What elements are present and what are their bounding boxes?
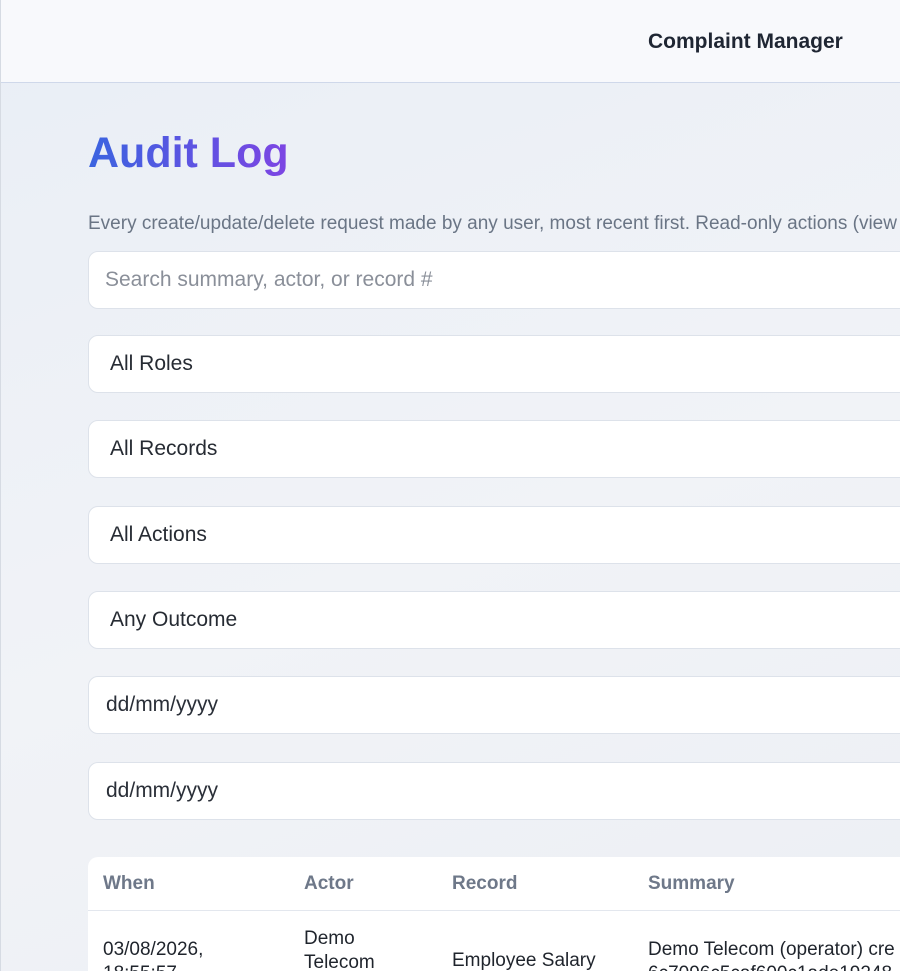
cell-actor-line2: Telecom	[304, 952, 375, 971]
table-header-divider	[88, 910, 900, 911]
app-title: Complaint Manager	[648, 30, 843, 53]
action-filter-select[interactable]: All Actions	[88, 506, 900, 564]
cell-actor: Demo Telecom	[304, 927, 375, 971]
page-description: Every create/update/delete request made …	[88, 213, 897, 234]
column-header-when[interactable]: When	[103, 873, 155, 895]
record-filter-value: All Records	[110, 437, 218, 460]
cell-summary: Demo Telecom (operator) cre 6c7096c5caf6…	[648, 938, 895, 971]
search-input[interactable]	[89, 252, 900, 308]
column-header-summary[interactable]: Summary	[648, 873, 735, 895]
cell-record: Employee Salary	[452, 950, 596, 971]
date-to-field[interactable]: dd/mm/yyyy	[88, 762, 900, 820]
search-field[interactable]	[88, 251, 900, 309]
cell-actor-line1: Demo	[304, 928, 355, 949]
action-filter-value: All Actions	[110, 523, 207, 546]
top-bar: Complaint Manager	[1, 0, 900, 83]
cell-summary-line1: Demo Telecom (operator) cre	[648, 939, 895, 960]
cell-when-date: 03/08/2026,	[103, 939, 204, 960]
record-filter-select[interactable]: All Records	[88, 420, 900, 478]
page-title: Audit Log	[88, 126, 289, 180]
role-filter-select[interactable]: All Roles	[88, 335, 900, 393]
cell-summary-line2: 6c7096c5caf600c1ade19248	[648, 962, 895, 971]
cell-when-time: 18:55:57	[103, 962, 203, 971]
cell-when: 03/08/2026, 18:55:57	[103, 938, 203, 971]
outcome-filter-value: Any Outcome	[110, 608, 238, 631]
app-frame: Complaint Manager Audit Log Every create…	[0, 0, 900, 971]
column-header-record[interactable]: Record	[452, 873, 517, 895]
role-filter-value: All Roles	[110, 352, 193, 375]
date-from-value: dd/mm/yyyy	[106, 693, 219, 716]
outcome-filter-select[interactable]: Any Outcome	[88, 591, 900, 649]
date-from-field[interactable]: dd/mm/yyyy	[88, 676, 900, 734]
column-header-actor[interactable]: Actor	[304, 873, 354, 895]
date-to-value: dd/mm/yyyy	[106, 779, 219, 802]
